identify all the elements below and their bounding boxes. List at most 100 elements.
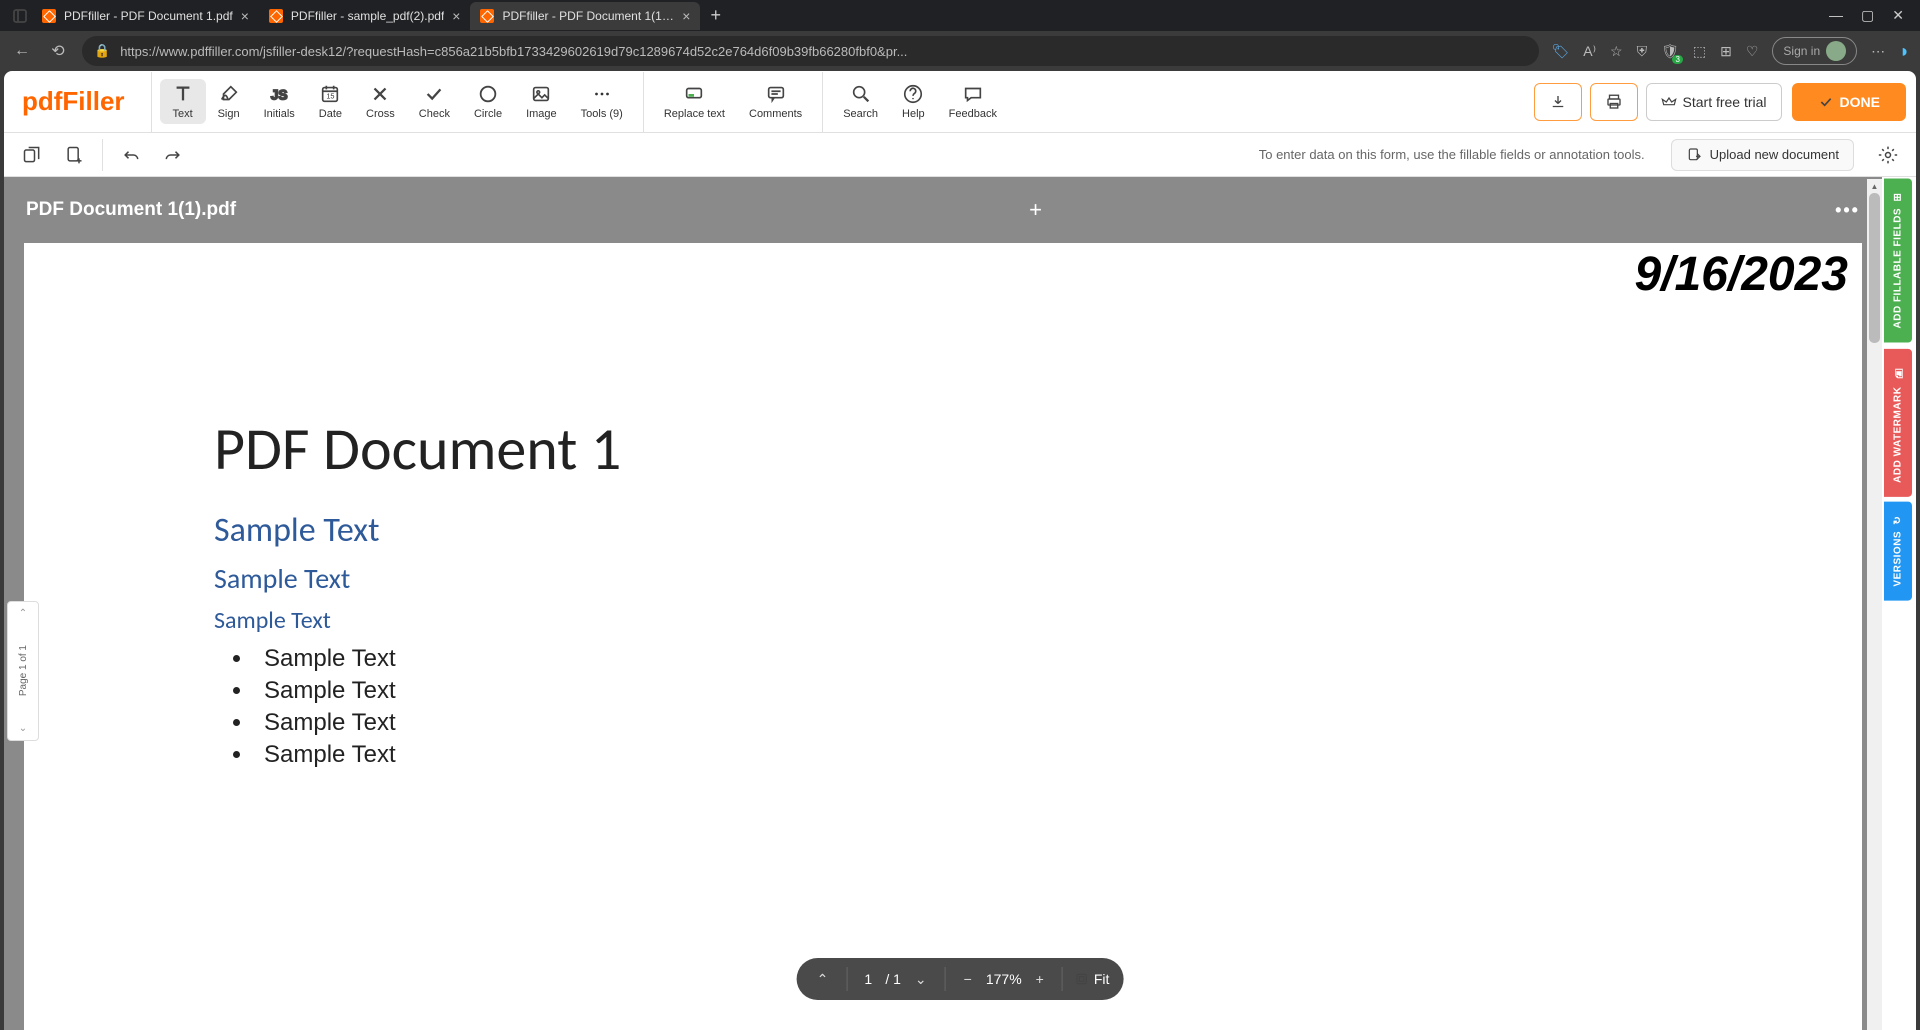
chevron-down-icon[interactable]: ⌄	[19, 723, 27, 734]
print-button[interactable]	[1590, 83, 1638, 121]
help-tool[interactable]: Help	[890, 79, 937, 124]
date-tool[interactable]: 15 Date	[307, 79, 354, 124]
vertical-scrollbar[interactable]: ▲	[1867, 179, 1882, 1030]
adblock-shield-icon[interactable]: 🛡	[1661, 43, 1679, 60]
add-document-icon[interactable]: +	[1029, 197, 1042, 223]
document-more-icon[interactable]: •••	[1835, 200, 1860, 221]
new-tab-button[interactable]: +	[700, 5, 731, 26]
doc-heading-3: Sample Text	[214, 561, 1832, 596]
collections-icon[interactable]: ⊞	[1720, 43, 1732, 60]
document-viewport[interactable]: PDF Document 1(1).pdf + ••• 9/16/2023 PD…	[4, 177, 1882, 1030]
add-page-button[interactable]	[56, 137, 92, 173]
tracking-shield-icon[interactable]: ⛨	[1637, 43, 1648, 60]
url-input[interactable]: 🔒 https://www.pdffiller.com/jsfiller-des…	[82, 36, 1539, 66]
document-header: PDF Document 1(1).pdf + •••	[4, 177, 1882, 243]
shopping-icon[interactable]: 🏷	[1551, 43, 1569, 60]
done-button[interactable]: DONE	[1792, 83, 1906, 121]
more-icon[interactable]: ⋯	[1871, 43, 1885, 60]
sign-tool[interactable]: Sign	[206, 79, 252, 124]
list-item: Sample Text	[254, 709, 1832, 737]
maximize-icon[interactable]: ▢	[1861, 7, 1874, 24]
zoom-in-icon[interactable]: +	[1030, 971, 1050, 987]
image-tool[interactable]: Image	[514, 79, 569, 124]
start-trial-button[interactable]: Start free trial	[1646, 83, 1782, 121]
versions-tab[interactable]: VERSIONS↻	[1884, 502, 1912, 601]
tool-label: Tools (9)	[581, 108, 623, 120]
bing-sidebar-icon[interactable]: ◗	[1899, 41, 1910, 62]
zoom-out-icon[interactable]: −	[958, 971, 978, 987]
cross-icon	[369, 83, 391, 105]
more-horizontal-icon	[591, 83, 613, 105]
right-panels: ADD FILLABLE FIELDS⊞ ADD WATERMARK🗎 VERS…	[1884, 179, 1912, 601]
add-fillable-fields-tab[interactable]: ADD FILLABLE FIELDS⊞	[1884, 179, 1912, 343]
browser-address-bar: ← ⟲ 🔒 https://www.pdffiller.com/jsfiller…	[0, 31, 1920, 71]
minimize-icon[interactable]: —	[1829, 7, 1843, 24]
download-button[interactable]	[1534, 83, 1582, 121]
close-icon[interactable]: ×	[241, 8, 249, 24]
comments-icon	[765, 83, 787, 105]
browser-tab-1[interactable]: PDFfiller - sample_pdf(2).pdf ×	[259, 2, 471, 30]
comments-tool[interactable]: Comments	[737, 79, 814, 124]
svg-text:15: 15	[327, 92, 335, 101]
undo-button[interactable]	[113, 137, 149, 173]
refresh-icon[interactable]: ⟲	[46, 41, 70, 61]
pdffiller-icon	[480, 9, 494, 23]
doc-heading-4: Sample Text	[214, 606, 1832, 635]
check-icon	[1818, 94, 1834, 110]
feedback-tool[interactable]: Feedback	[937, 79, 1009, 124]
settings-button[interactable]	[1870, 137, 1906, 173]
page-number-input[interactable]	[859, 971, 877, 987]
performance-icon[interactable]: ♡	[1746, 43, 1759, 60]
upload-icon	[1686, 147, 1702, 163]
initials-icon: JS	[268, 83, 290, 105]
zoom-level: 177%	[986, 971, 1022, 987]
browser-tab-2[interactable]: PDFfiller - PDF Document 1(1).pc ×	[470, 2, 700, 30]
scrollbar-thumb[interactable]	[1869, 193, 1880, 343]
page-controls: ⌃ / 1 ⌄ − 177% + Fit	[797, 958, 1124, 1000]
tools-menu[interactable]: Tools (9)	[569, 79, 635, 124]
add-watermark-tab[interactable]: ADD WATERMARK🗎	[1884, 349, 1912, 497]
extensions-icon[interactable]: ⬚	[1693, 43, 1706, 60]
document-page[interactable]: 9/16/2023 PDF Document 1 Sample Text Sam…	[24, 243, 1862, 1030]
undo-icon	[121, 145, 141, 165]
date-annotation[interactable]: 9/16/2023	[1634, 247, 1848, 302]
search-tool[interactable]: Search	[831, 79, 890, 124]
close-window-icon[interactable]: ✕	[1892, 7, 1904, 24]
tool-label: Sign	[218, 108, 240, 120]
circle-icon	[477, 83, 499, 105]
favorite-icon[interactable]: ☆	[1610, 43, 1623, 60]
close-icon[interactable]: ×	[452, 8, 460, 24]
text-tool[interactable]: Text	[160, 79, 206, 124]
back-icon[interactable]: ←	[10, 42, 34, 60]
scroll-up-icon[interactable]: ▲	[1867, 179, 1882, 193]
pages-panel-button[interactable]	[14, 137, 50, 173]
fit-button[interactable]: Fit	[1075, 971, 1110, 987]
read-aloud-icon[interactable]: A⁾	[1583, 43, 1596, 60]
logo[interactable]: pdfFiller	[14, 86, 143, 117]
browser-tab-0[interactable]: PDFfiller - PDF Document 1.pdf ×	[32, 2, 259, 30]
initials-tool[interactable]: JS Initials	[252, 79, 307, 124]
signin-button[interactable]: Sign in	[1772, 37, 1857, 65]
check-icon	[423, 83, 445, 105]
chevron-up-icon[interactable]: ⌃	[19, 608, 27, 619]
hint-text: To enter data on this form, use the fill…	[1259, 147, 1645, 162]
tab-title: PDFfiller - sample_pdf(2).pdf	[291, 9, 444, 23]
replace-text-tool[interactable]: Replace text	[652, 79, 737, 124]
prev-page-icon[interactable]: ⌃	[811, 971, 835, 988]
next-page-icon[interactable]: ⌄	[909, 971, 933, 988]
circle-tool[interactable]: Circle	[462, 79, 514, 124]
upload-document-button[interactable]: Upload new document	[1671, 139, 1854, 171]
tool-label: Feedback	[949, 108, 997, 120]
tab-overview-icon[interactable]	[8, 9, 32, 23]
page-total: / 1	[885, 971, 901, 987]
tool-label: Cross	[366, 108, 395, 120]
sign-icon	[218, 83, 240, 105]
check-tool[interactable]: Check	[407, 79, 462, 124]
url-text: https://www.pdffiller.com/jsfiller-desk1…	[120, 44, 1527, 59]
pages-icon	[22, 145, 42, 165]
close-icon[interactable]: ×	[682, 8, 690, 24]
search-icon	[850, 83, 872, 105]
redo-button[interactable]	[155, 137, 191, 173]
tool-label: Search	[843, 108, 878, 120]
cross-tool[interactable]: Cross	[354, 79, 407, 124]
